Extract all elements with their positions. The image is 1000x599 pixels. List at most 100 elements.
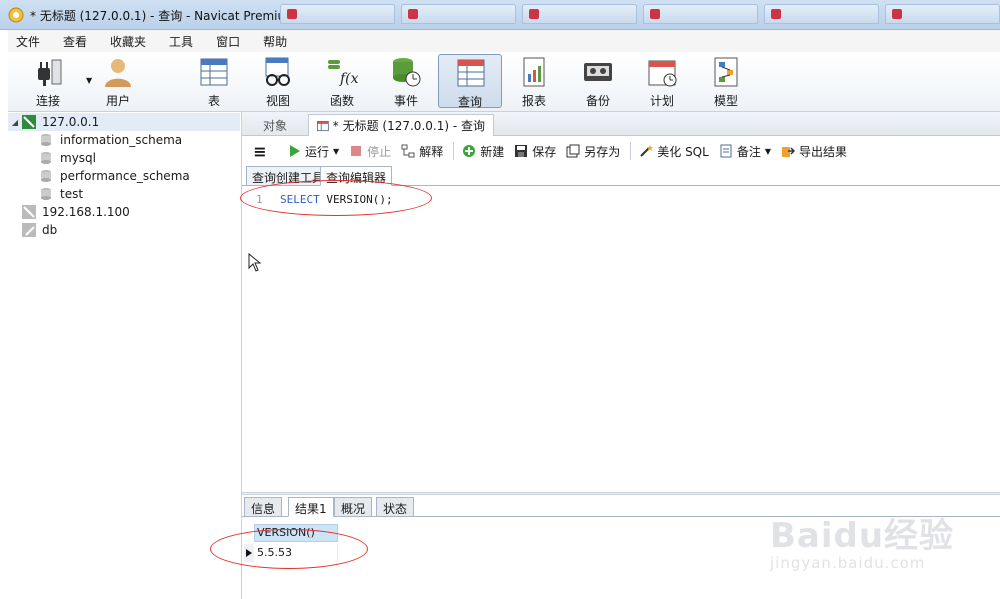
view-button[interactable]: 视图 (246, 54, 310, 108)
baidu-watermark: Baidu经验 jingyan.baidu.com (760, 488, 1000, 588)
menu-window[interactable]: 窗口 (208, 33, 248, 50)
new-button[interactable]: 新建 (462, 143, 504, 160)
export-results-button[interactable]: 导出结果 (781, 143, 847, 160)
tree-label: db (42, 223, 58, 237)
toolbar-separator (278, 142, 279, 160)
tab-result-1[interactable]: 结果1 (288, 497, 334, 517)
watermark-url-text: jingyan.baidu.com (770, 554, 926, 572)
database-icon (41, 170, 51, 182)
model-label: 模型 (713, 94, 738, 108)
beautify-sql-button[interactable]: 美化 SQL (639, 143, 709, 160)
model-button[interactable]: 模型 (694, 54, 758, 108)
connection-open-icon (22, 115, 36, 129)
view-label: 视图 (265, 94, 290, 108)
tab-query[interactable]: * 无标题 (127.0.0.1) - 查询 (308, 114, 494, 136)
report-label: 报表 (521, 94, 546, 108)
report-icon (523, 57, 545, 87)
function-label: 函数 (329, 94, 354, 108)
comment-label: 备注 (736, 144, 761, 159)
schedule-button[interactable]: 计划 (630, 54, 694, 108)
menu-file[interactable]: 文件 (8, 33, 48, 50)
save-label: 保存 (532, 144, 557, 159)
save-button[interactable]: 保存 (514, 143, 556, 160)
title-bar: * 无标题 (127.0.0.1) - 查询 - Navicat Premium (0, 0, 1000, 30)
function-button[interactable]: f(x) 函数 (310, 54, 374, 108)
backup-button[interactable]: 备份 (566, 54, 630, 108)
tab-profile[interactable]: 概况 (334, 497, 373, 517)
tree-label: test (60, 187, 84, 201)
connection-closed-icon (22, 223, 36, 237)
beautify-sql-label: 美化 SQL (657, 144, 709, 159)
save-disk-icon (515, 145, 528, 157)
menu-help[interactable]: 帮助 (255, 33, 295, 50)
tree-db-mysql[interactable]: mysql (40, 149, 96, 167)
tree-label: information_schema (60, 133, 183, 147)
tree-expand-icon[interactable]: ◢ (8, 118, 22, 127)
comment-doc-icon (720, 144, 732, 158)
glasses-icon (265, 57, 290, 86)
tree-connection-remote[interactable]: 192.168.1.100 (22, 203, 130, 221)
connect-label: 连接 (35, 94, 60, 108)
run-label: 运行 (305, 144, 330, 159)
schedule-label: 计划 (649, 94, 674, 108)
menu-favorites[interactable]: 收藏夹 (102, 33, 154, 50)
background-browser-tabs (280, 4, 1000, 26)
plug-icon (38, 59, 62, 86)
stop-button[interactable]: 停止 (349, 143, 391, 160)
watermark-main-text: Baidu经验 (770, 516, 955, 556)
tree-label: performance_schema (60, 169, 190, 183)
connect-button[interactable]: 连接 ▼ (16, 54, 92, 108)
database-icon (41, 152, 51, 164)
query-button[interactable]: 查询 (438, 54, 502, 109)
mouse-pointer-icon (248, 253, 262, 272)
model-icon (714, 57, 738, 87)
table-button[interactable]: 表 (182, 54, 246, 108)
explain-button[interactable]: 解释 (401, 143, 443, 160)
save-as-button[interactable]: 另存为 (566, 143, 620, 160)
report-button[interactable]: 报表 (502, 54, 566, 108)
menu-view[interactable]: 查看 (55, 33, 95, 50)
table-icon (200, 58, 228, 86)
run-button[interactable]: 运行 ▼ (287, 143, 339, 160)
comment-dropdown-arrow[interactable]: ▼ (765, 147, 771, 156)
menu-tools[interactable]: 工具 (161, 33, 201, 50)
stop-label: 停止 (367, 144, 392, 159)
tree-label: 192.168.1.100 (42, 205, 130, 219)
main-toolbar: 连接 ▼ 用户 表 视图 f(x) 函 (8, 52, 1000, 112)
tree-label: mysql (60, 151, 96, 165)
annotation-ellipse-result (210, 529, 368, 569)
function-icon: f(x) (328, 60, 358, 87)
tree-connection-localhost[interactable]: ◢ 127.0.0.1 (8, 113, 240, 131)
tab-info[interactable]: 信息 (244, 497, 283, 517)
new-plus-icon (463, 145, 476, 157)
tab-objects[interactable]: 对象 (242, 114, 308, 136)
toolbar-separator (630, 142, 632, 160)
event-clock-icon (393, 58, 421, 87)
connection-closed-icon (22, 205, 36, 219)
query-label: 查询 (457, 95, 482, 109)
magic-wand-icon (640, 145, 654, 157)
tab-status[interactable]: 状态 (376, 497, 415, 517)
sql-editor[interactable]: 1 SELECT VERSION(); (242, 187, 1000, 492)
user-button[interactable]: 用户 (86, 54, 150, 108)
explain-label: 解释 (419, 144, 444, 159)
run-dropdown-arrow[interactable]: ▼ (333, 147, 339, 156)
tape-backup-icon (584, 63, 612, 81)
svg-text:f(x): f(x) (339, 71, 358, 87)
user-label: 用户 (105, 94, 130, 108)
comment-button[interactable]: 备注 ▼ (719, 143, 771, 160)
query-icon (457, 59, 485, 87)
hamburger-menu-icon[interactable]: ≡ (242, 142, 278, 161)
tree-connection-db[interactable]: db (22, 221, 57, 239)
event-button[interactable]: 事件 (374, 54, 438, 108)
menu-bar: 文件 查看 收藏夹 工具 窗口 帮助 (8, 30, 1000, 52)
document-tabs: 对象 * 无标题 (127.0.0.1) - 查询 (242, 112, 1000, 136)
save-as-label: 另存为 (584, 144, 621, 159)
navicat-logo-icon (8, 7, 24, 23)
annotation-ellipse-query (240, 180, 432, 216)
tree-db-information-schema[interactable]: information_schema (40, 131, 182, 149)
tree-db-performance-schema[interactable]: performance_schema (40, 167, 190, 185)
window-title: * 无标题 (127.0.0.1) - 查询 - Navicat Premium (30, 9, 297, 23)
new-label: 新建 (480, 144, 505, 159)
tree-db-test[interactable]: test (40, 185, 83, 203)
